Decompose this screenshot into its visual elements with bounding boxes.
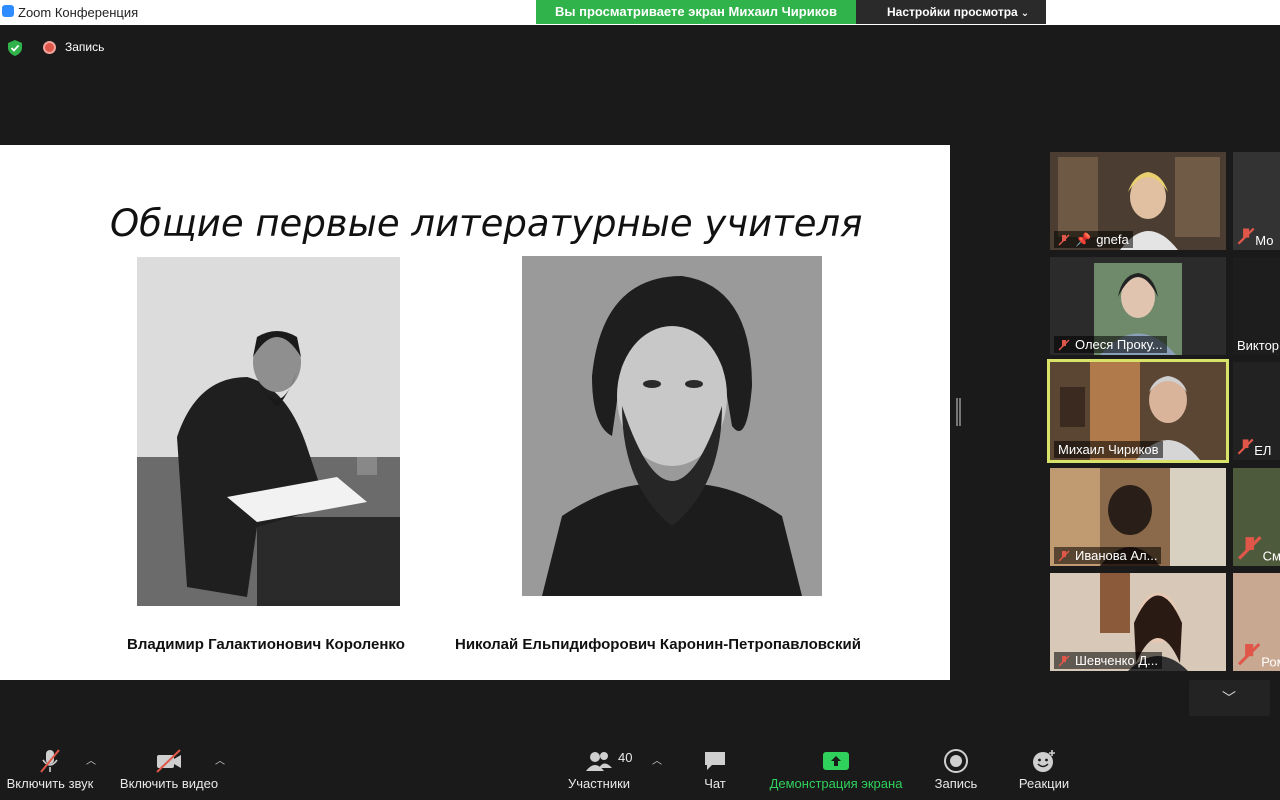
shared-screen-slide: Общие первые литературные учителя Владим… [0,145,950,680]
mic-muted-icon [1058,339,1070,351]
portrait-photo-korolenko [137,257,400,606]
participants-button[interactable]: Участники [566,740,632,800]
chevron-down-icon: ⌄ [1020,8,1030,19]
view-options-label: Настройки просмотра [887,5,1018,19]
mic-muted-icon [1238,536,1262,560]
mic-muted-icon [1058,550,1070,562]
record-icon [944,749,968,773]
zoom-logo-icon [2,5,14,17]
participant-name-label: Мо [1237,227,1273,248]
mic-muted-icon [1237,227,1255,245]
unmute-button[interactable]: Включить звук [4,740,96,800]
participant-tile[interactable]: 📌 gnefa [1050,152,1226,250]
participant-tile-partial[interactable]: Сми [1233,468,1280,566]
participant-tile-active-speaker[interactable]: Михаил Чириков [1047,359,1229,463]
participant-name-label: 📌 gnefa [1054,231,1133,248]
mic-muted-icon [1237,438,1254,455]
audio-options-caret-icon[interactable]: ︿ [86,752,96,767]
encryption-shield-icon[interactable] [8,40,22,56]
participant-tile-partial[interactable]: Виктор [1233,257,1280,355]
video-options-caret-icon[interactable]: ︿ [215,752,225,767]
unmute-label: Включить звук [6,776,94,791]
chat-bubble-icon [705,752,725,770]
view-options-dropdown[interactable]: Настройки просмотра ⌄ [856,0,1046,24]
start-video-label: Включить видео [119,776,219,791]
record-label: Запись [934,776,978,791]
slide-title: Общие первые литературные учителя [110,202,863,245]
share-screen-label: Демонстрация экрана [769,776,903,791]
recording-indicator-icon [43,41,56,54]
participant-name-label: Шевченко Д... [1054,652,1162,669]
participant-tile[interactable]: Шевченко Д... [1050,573,1226,671]
start-video-button[interactable]: Включить видео [118,740,220,800]
participant-name-label: Михаил Чириков [1054,441,1163,458]
share-screen-button[interactable]: Демонстрация экрана [766,740,906,800]
mic-muted-icon [1058,234,1070,246]
participants-options-caret-icon[interactable]: ︿ [652,752,662,767]
recording-status-label: Запись [65,40,105,54]
reactions-label: Реакции [1018,776,1070,791]
pin-icon: 📌 [1075,232,1092,247]
gallery-scroll-down-button[interactable]: ﹀ [1189,680,1270,716]
caption-karonin: Николай Ельпидифорович Каронин-Петропавл… [455,636,861,653]
participant-tile-partial[interactable]: ЕЛ [1233,362,1280,460]
participant-name-label: Иванова Ал... [1054,547,1162,564]
participant-tile-partial[interactable]: Мо [1233,152,1280,250]
share-screen-arrow-icon [823,752,849,770]
participant-tile-partial[interactable]: Ром [1233,573,1280,671]
participant-tile[interactable]: Олеся Проку... [1050,257,1226,355]
caption-korolenko: Владимир Галактионович Короленко [127,636,405,653]
screen-share-banner: Вы просматриваете экран Михаил Чириков [536,0,856,24]
participant-name-label: Ром [1237,642,1280,669]
splitter-drag-handle[interactable] [956,398,961,426]
chevron-down-icon: ﹀ [1222,690,1236,706]
participants-count: 40 [618,750,633,765]
reactions-button[interactable]: Реакции [1014,740,1074,800]
participant-name-label: Олеся Проку... [1054,336,1167,353]
participant-name-label: Сми [1237,535,1280,564]
window-title: Zoom Конференция [18,5,139,20]
record-button[interactable]: Запись [928,740,984,800]
microphone-muted-icon [40,749,60,773]
participants-label: Участники [567,776,631,791]
chat-label: Чат [704,776,726,791]
emoji-add-icon [1033,750,1055,772]
portrait-photo-karonin [522,256,822,596]
participant-tile[interactable]: Иванова Ал... [1050,468,1226,566]
participant-name-label: ЕЛ [1237,438,1271,458]
chat-button[interactable]: Чат [695,740,735,800]
mic-muted-icon [1237,642,1261,666]
participant-name-label: Виктор [1237,338,1280,353]
participants-icon [586,752,612,771]
camera-off-icon [156,749,181,773]
meeting-toolbar: Включить звук ︿ Включить видео ︿ Участни… [0,740,1280,800]
mic-muted-icon [1058,655,1070,667]
